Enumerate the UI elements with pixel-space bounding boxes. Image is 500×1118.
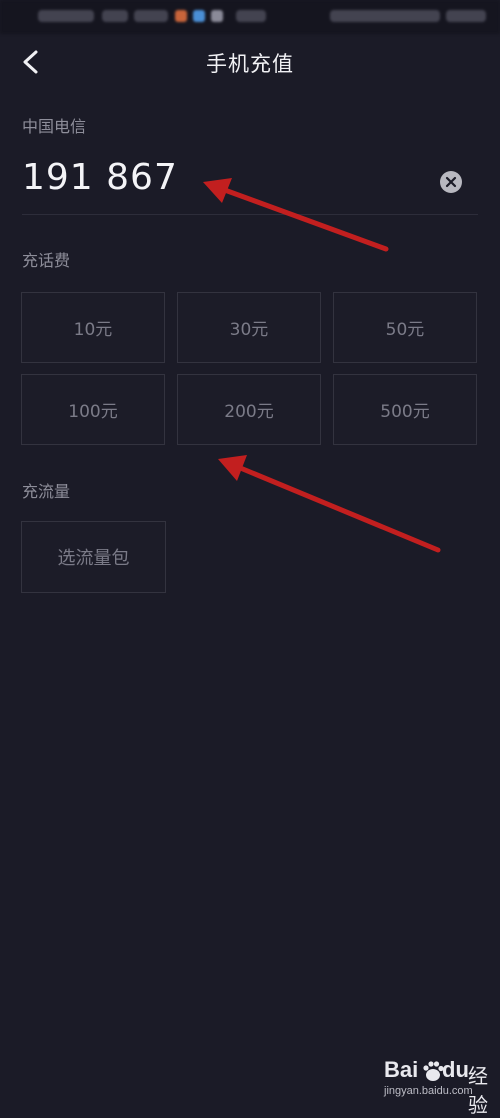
status-network-icon (134, 10, 168, 22)
baidu-jingyan-watermark: Bai du 经验 jingyan.baidu.com (384, 1057, 496, 1117)
status-time (446, 10, 486, 22)
data-section-label: 充流量 (22, 482, 71, 501)
annotation-arrow (218, 455, 441, 553)
clear-input-button[interactable] (440, 171, 462, 193)
status-system-icons (330, 10, 440, 22)
notification-icon (193, 10, 205, 22)
amount-option[interactable]: 30元 (177, 292, 321, 363)
amount-option[interactable]: 10元 (21, 292, 165, 363)
amount-option[interactable]: 200元 (177, 374, 321, 445)
amount-option[interactable]: 50元 (333, 292, 477, 363)
notification-icon (175, 10, 187, 22)
paw-icon (423, 1061, 444, 1081)
status-bar (0, 0, 500, 34)
status-misc-icon (236, 10, 266, 22)
clear-circle-icon (445, 176, 457, 188)
watermark-brand-left: Bai (384, 1057, 419, 1082)
amount-option[interactable]: 500元 (333, 374, 477, 445)
watermark-brand-right: du (442, 1057, 469, 1082)
input-divider (22, 214, 478, 215)
bill-section-label: 充话费 (22, 251, 71, 270)
status-carrier-text (38, 10, 94, 22)
top-nav-bar: 手机充值 (0, 34, 500, 92)
watermark-url: jingyan.baidu.com (384, 1085, 473, 1097)
carrier-label: 中国电信 (22, 117, 87, 136)
amount-option[interactable]: 100元 (21, 374, 165, 445)
phone-number-input[interactable]: 191 867 (22, 157, 178, 198)
select-data-package-button[interactable]: 选流量包 (21, 521, 166, 593)
page-title: 手机充值 (206, 52, 294, 76)
notification-icon (211, 10, 223, 22)
status-signal-icon (102, 10, 128, 22)
